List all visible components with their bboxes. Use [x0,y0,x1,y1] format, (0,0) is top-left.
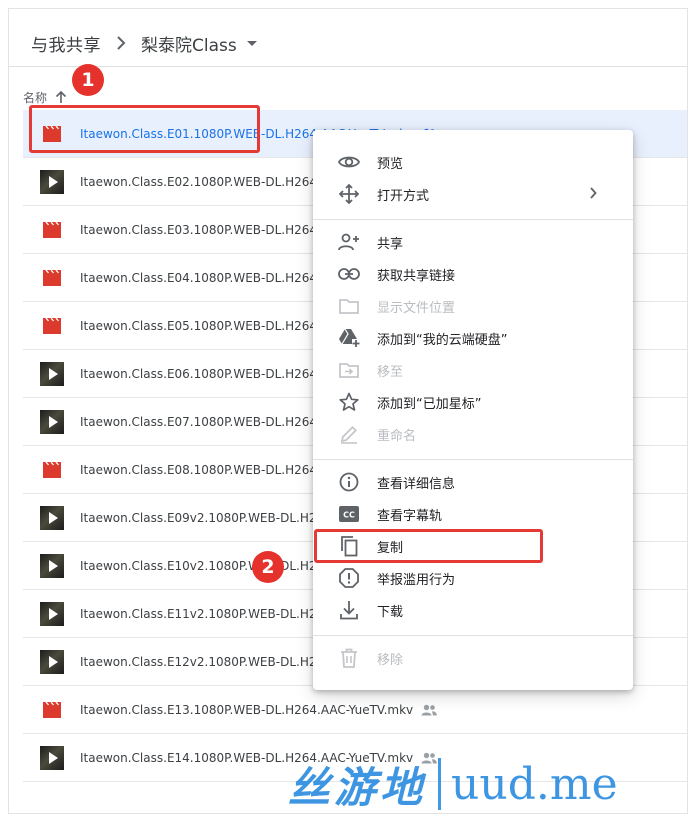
video-thumbnail-icon [40,505,64,530]
menu-divider [313,635,633,636]
menu-item-report-abuse[interactable]: 举报滥用行为 [313,562,633,594]
name-column-header[interactable]: 名称 [23,89,47,106]
menu-label: 查看详细信息 [377,476,456,492]
menu-item-details[interactable]: 查看详细信息 [313,466,633,498]
download-icon [337,598,361,622]
file-name: Itaewon.Class.E04.1080P.WEB-DL.H264. [80,270,321,285]
file-name: Itaewon.Class.E12v2.1080P.WEB-DL.H26 [80,654,325,669]
shared-people-icon [421,704,437,716]
header-divider [9,66,687,67]
menu-label: 移除 [377,652,404,668]
file-name: Itaewon.Class.E10v2.1080P.WEB-DL.H26 [80,558,325,573]
trash-icon [337,646,361,670]
annotation-badge-1: 1 [72,64,104,96]
menu-item-download[interactable]: 下载 [313,594,633,626]
folder-icon [337,294,361,318]
breadcrumb-shared-with-me[interactable]: 与我共享 [31,31,101,56]
menu-item-get-link[interactable]: 获取共享链接 [313,258,633,290]
menu-divider [313,219,633,220]
eye-icon [337,150,361,174]
report-icon [337,566,361,590]
video-thumbnail-icon [40,409,64,434]
watermark: 丝游地 uud.me [288,754,618,814]
menu-item-add-to-drive[interactable]: 添加到“我的云端硬盘” [313,322,633,354]
list-header: 名称 [23,86,67,108]
file-name: Itaewon.Class.E08.1080P.WEB-DL.H264. [80,462,321,477]
annotation-badge-2: 2 [252,551,284,583]
chevron-right-icon [101,36,141,50]
video-file-icon [40,266,64,290]
menu-label: 下载 [377,604,404,620]
menu-item-share[interactable]: 共享 [313,226,633,258]
menu-label: 添加到“已加星标” [377,396,482,412]
file-name: Itaewon.Class.E03.1080P.WEB-DL.H264. [80,222,321,237]
menu-label: 预览 [377,156,404,172]
menu-label: 举报滥用行为 [377,572,456,588]
menu-label: 共享 [377,236,404,252]
menu-item-open-with[interactable]: 打开方式 [313,178,633,210]
file-row[interactable]: Itaewon.Class.E13.1080P.WEB-DL.H264.AAC-… [23,686,687,734]
video-file-icon [40,122,64,146]
link-icon [337,262,361,286]
drive-add-icon [337,326,361,350]
chevron-right-icon [589,187,597,203]
file-name: Itaewon.Class.E13.1080P.WEB-DL.H264.AAC-… [80,702,414,717]
menu-item-move-to: 移至 [313,354,633,386]
menu-label: 添加到“我的云端硬盘” [377,332,508,348]
video-thumbnail-icon [40,601,64,626]
menu-label: 打开方式 [377,188,430,204]
menu-item-rename: 重命名 [313,418,633,450]
info-icon [337,470,361,494]
video-file-icon [40,458,64,482]
menu-label: 复制 [377,540,404,556]
video-file-icon [40,698,64,722]
copy-icon [337,534,361,558]
video-thumbnail-icon [40,361,64,386]
menu-label: 移至 [377,364,404,380]
watermark-divider [438,758,442,810]
svg-text:CC: CC [343,511,355,520]
video-thumbnail-icon [40,553,64,578]
video-thumbnail-icon [40,169,64,194]
person-add-icon [337,230,361,254]
star-icon [337,390,361,414]
folder-move-icon [337,358,361,382]
context-menu: 预览 打开方式 共享 获取共享链接 显示文件位置 添加到“我的云端硬盘” 移至 … [313,130,633,690]
menu-label: 重命名 [377,428,417,444]
video-thumbnail-icon [40,745,64,770]
file-name: Itaewon.Class.E09v2.1080P.WEB-DL.H26 [80,510,325,525]
closed-caption-icon: CC [337,502,361,526]
menu-label: 获取共享链接 [377,268,456,284]
arrow-up-icon[interactable] [55,90,67,104]
menu-item-copy[interactable]: 复制 [313,530,633,562]
caret-down-icon [246,40,257,46]
file-name: Itaewon.Class.E06.1080P.WEB-DL.H264. [80,366,321,381]
file-name: Itaewon.Class.E02.1080P.WEB-DL.H264. [80,174,321,189]
video-thumbnail-icon [40,649,64,674]
breadcrumb-current-folder[interactable]: 梨泰院Class [141,31,257,56]
video-file-icon [40,218,64,242]
breadcrumb: 与我共享 梨泰院Class [31,29,257,57]
file-name: Itaewon.Class.E07.1080P.WEB-DL.H264. [80,414,321,429]
menu-item-preview[interactable]: 预览 [313,146,633,178]
pencil-icon [337,422,361,446]
file-name: Itaewon.Class.E05.1080P.WEB-DL.H264. [80,318,321,333]
watermark-domain-text: uud.me [451,758,618,810]
menu-item-subtitles[interactable]: CC 查看字幕轨 [313,498,633,530]
menu-item-show-location: 显示文件位置 [313,290,633,322]
menu-item-add-star[interactable]: 添加到“已加星标” [313,386,633,418]
watermark-chinese-text: 丝游地 [288,762,427,812]
menu-label: 查看字幕轨 [377,508,443,524]
folder-title: 梨泰院Class [141,35,237,56]
move-arrows-icon [337,182,361,206]
video-file-icon [40,314,64,338]
menu-label: 显示文件位置 [377,300,456,316]
menu-item-remove: 移除 [313,642,633,674]
file-name: Itaewon.Class.E11v2.1080P.WEB-DL.H26 [80,606,325,621]
menu-divider [313,459,633,460]
